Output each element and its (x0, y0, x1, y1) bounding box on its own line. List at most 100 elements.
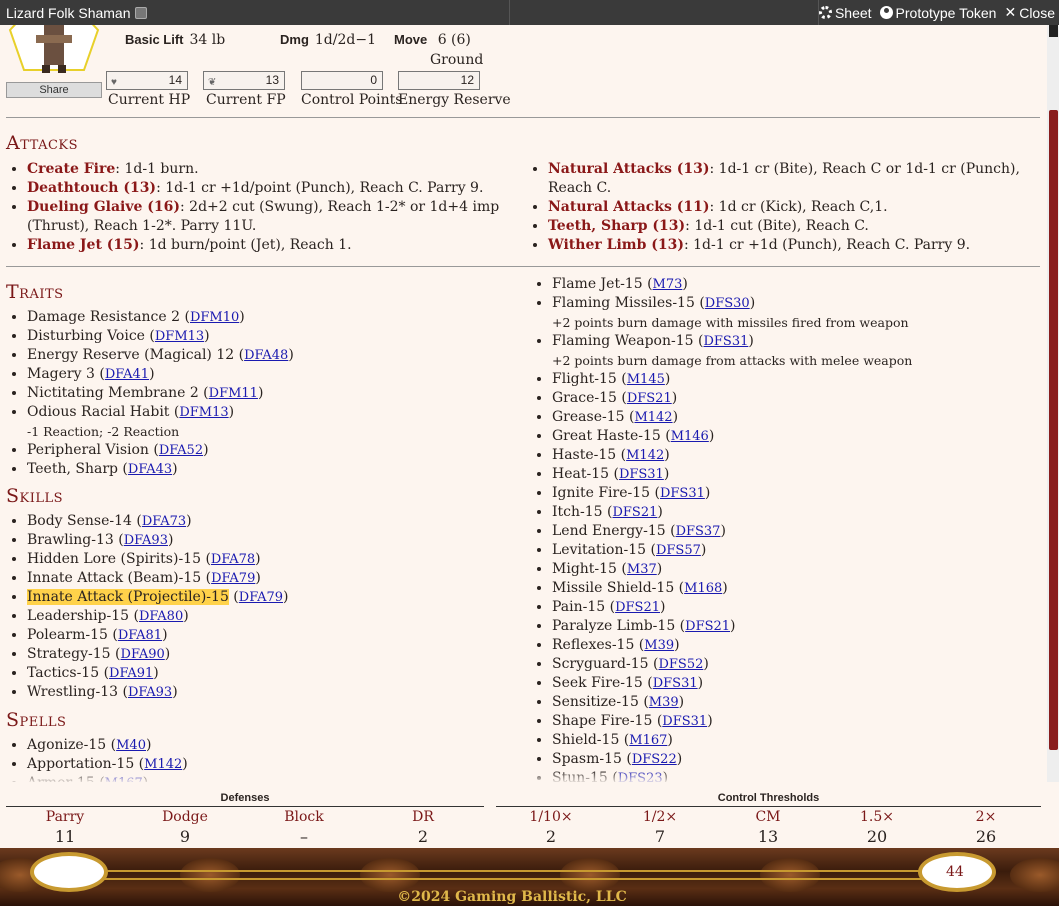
basic-lift-value: 34 lb (189, 32, 226, 48)
attack-item: Dueling Glaive (16): 2d+2 cut (Swung), R… (27, 198, 506, 236)
page-reference-link[interactable]: DFS21 (612, 505, 657, 520)
close-button[interactable]: ✕ Close (1004, 4, 1055, 21)
page-reference-link[interactable]: DFA93 (128, 685, 172, 700)
page-reference-link[interactable]: M146 (671, 429, 709, 444)
page-reference-link[interactable]: M39 (644, 638, 674, 653)
item-text: Peripheral Vision (27, 442, 149, 458)
current-fp-field[interactable]: ❦ 13 (203, 71, 285, 90)
page-reference-link[interactable]: DFA81 (118, 628, 162, 643)
sheet-button[interactable]: Sheet (818, 5, 872, 21)
left-oval-plate (30, 852, 108, 892)
scrollbar-thumb[interactable] (1049, 110, 1058, 750)
page-reference-link[interactable]: DFS22 (632, 752, 677, 767)
defenses-title: Defenses (220, 792, 270, 804)
page-reference-link[interactable]: DFA73 (142, 514, 186, 529)
list-item: Leadership-15 (DFA80) (27, 607, 506, 626)
attack-name[interactable]: Natural Attacks (11) (548, 199, 710, 215)
window-title-text: Lizard Folk Shaman (6, 4, 131, 21)
page-reference-link[interactable]: DFA91 (109, 666, 153, 681)
traits-title: Traits (6, 281, 64, 303)
basic-lift-label: Basic Lift (125, 32, 184, 47)
attack-name[interactable]: Dueling Glaive (16) (27, 199, 180, 215)
page-reference-link[interactable]: DFA79 (211, 571, 255, 586)
page-reference-link[interactable]: DFS37 (676, 524, 721, 539)
page-reference-link[interactable]: DFS52 (658, 657, 703, 672)
page-reference-link[interactable]: DFM11 (209, 386, 258, 401)
prototype-token-button[interactable]: Prototype Token (879, 5, 996, 21)
page-reference-link[interactable]: DFS31 (660, 486, 705, 501)
page-reference-link[interactable]: DFS57 (656, 543, 701, 558)
page-reference-link[interactable]: DFS21 (685, 619, 730, 634)
item-note: -1 Reaction; -2 Reaction (27, 424, 180, 439)
item-text: Lend Energy-15 (552, 523, 666, 539)
page-reference-link[interactable]: DFM13 (155, 329, 204, 344)
page-reference-link[interactable]: M142 (634, 410, 672, 425)
scrollbar-top-cap (1049, 25, 1058, 37)
page-reference-link[interactable]: DFS31 (653, 676, 698, 691)
page-reference-link[interactable]: M145 (627, 372, 665, 387)
page-reference-link[interactable]: DFA52 (159, 443, 203, 458)
page-reference-link[interactable]: M168 (684, 581, 722, 596)
threshold-value: 26 (975, 827, 997, 846)
page-reference-link[interactable]: M37 (627, 562, 657, 577)
defense-value: – (300, 827, 308, 846)
attacks-title: Attacks (6, 132, 79, 154)
share-button[interactable]: Share (6, 82, 102, 98)
move-value: 6 (6) (437, 32, 471, 48)
page-reference-link[interactable]: DFA80 (139, 609, 183, 624)
list-item: Grease-15 (M142) (552, 408, 1036, 427)
character-portrait[interactable] (6, 25, 102, 75)
page-reference-link[interactable]: DFM13 (179, 405, 228, 420)
page-reference-link[interactable]: DFS30 (705, 296, 750, 311)
page-reference-link[interactable]: DFA43 (128, 462, 172, 477)
page-reference-link[interactable]: DFA48 (244, 348, 288, 363)
page-reference-link[interactable]: M39 (649, 695, 679, 710)
list-item: Wrestling-13 (DFA93) (27, 683, 506, 702)
energy-reserve-field[interactable]: 12 (398, 71, 480, 90)
page-reference-link[interactable]: DFS31 (619, 467, 664, 482)
page-reference-link[interactable]: DFS21 (615, 600, 660, 615)
page-reference-link[interactable]: DFA90 (121, 647, 165, 662)
list-item: Scryguard-15 (DFS52) (552, 655, 1036, 674)
attack-name[interactable]: Deathtouch (13) (27, 180, 156, 196)
current-hp-label: Current HP (108, 92, 191, 108)
list-item: Shield-15 (M167) (552, 731, 1036, 750)
page-reference-link[interactable]: DFM10 (190, 310, 239, 325)
page-reference-link[interactable]: DFA78 (211, 552, 255, 567)
attack-name[interactable]: Wither Limb (13) (548, 237, 684, 253)
list-item: Polearm-15 (DFA81) (27, 626, 506, 645)
page-reference-link[interactable]: DFS31 (662, 714, 707, 729)
item-text: Flaming Weapon-15 (552, 333, 694, 349)
attack-name[interactable]: Teeth, Sharp (13) (548, 218, 685, 234)
defense-label: DR (412, 809, 434, 825)
notes-icon[interactable] (134, 6, 147, 19)
page-reference-link[interactable]: M40 (116, 738, 146, 753)
attack-name[interactable]: Flame Jet (15) (27, 237, 140, 253)
page-reference-link[interactable]: DFS21 (627, 391, 672, 406)
page-reference-link[interactable]: DFA79 (239, 590, 283, 605)
attack-name[interactable]: Create Fire (27, 161, 115, 177)
page-reference-link[interactable]: DFA41 (105, 367, 149, 382)
window-titlebar: Lizard Folk Shaman Sheet Prototype Token… (0, 0, 1059, 25)
page-reference-link[interactable]: M73 (653, 277, 683, 292)
attack-name[interactable]: Natural Attacks (13) (548, 161, 710, 177)
page-reference-link[interactable]: DFA93 (124, 533, 168, 548)
item-note: +2 points burn damage with missiles fire… (552, 315, 909, 330)
defense-label: Dodge (162, 809, 208, 825)
threshold-label: 1/2× (642, 809, 678, 825)
threshold-value: 7 (654, 827, 666, 846)
celtic-knot-ornament (90, 870, 970, 880)
list-item: Flight-15 (M145) (552, 370, 1036, 389)
page-reference-link[interactable]: M167 (629, 733, 667, 748)
damage-value: 1d/2d−1 (314, 32, 376, 48)
user-circle-icon (879, 6, 893, 19)
energy-reserve-label: Energy Reserve (398, 92, 511, 108)
item-text: Great Haste-15 (552, 428, 661, 444)
page-reference-link[interactable]: M142 (626, 448, 664, 463)
list-item: Ignite Fire-15 (DFS31) (552, 484, 1036, 503)
page-reference-link[interactable]: DFS31 (703, 334, 748, 349)
control-points-field[interactable]: 0 (301, 71, 383, 90)
current-hp-field[interactable]: ♥ 14 (106, 71, 188, 90)
list-item: Reflexes-15 (M39) (552, 636, 1036, 655)
attack-item: Teeth, Sharp (13): 1d-1 cut (Bite), Reac… (548, 217, 1032, 236)
